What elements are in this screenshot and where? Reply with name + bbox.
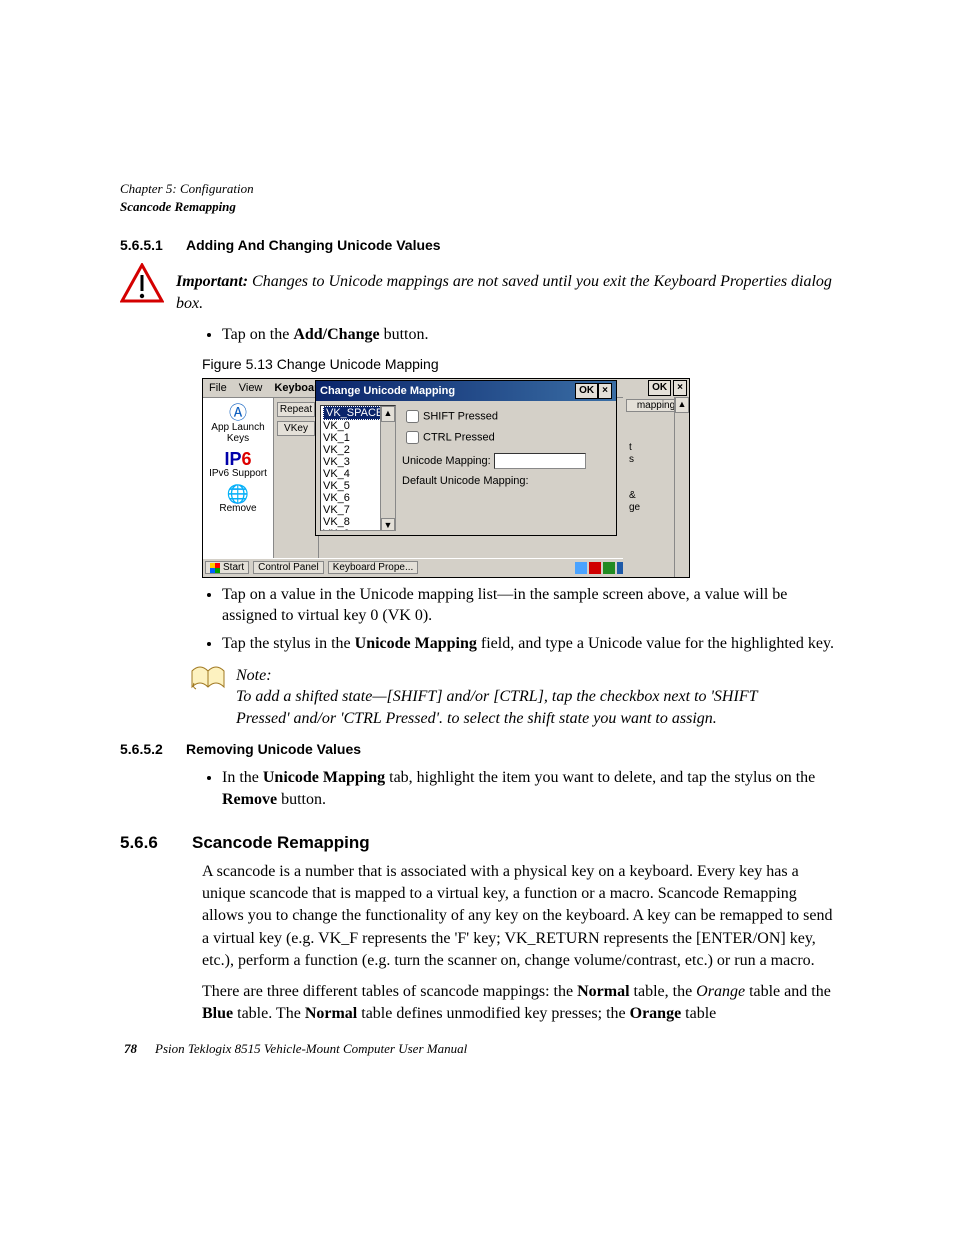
tray-icon[interactable] [589, 562, 601, 574]
vk-listbox[interactable]: VK_SPACE VK_0 VK_1 VK_2 VK_3 VK_4 VK_5 V… [320, 405, 396, 531]
taskbar-control-panel[interactable]: Control Panel [253, 561, 324, 574]
tray-icon[interactable] [575, 562, 587, 574]
outer-close-button[interactable]: × [673, 380, 687, 396]
note: Note:To add a shifted state—[SHIFT] and/… [236, 665, 834, 730]
outer-ok-button[interactable]: OK [648, 380, 671, 396]
right-scrollbar[interactable]: ▲ [674, 397, 689, 577]
ipv6-icon[interactable]: IP6 [203, 450, 273, 468]
start-button[interactable]: Start [205, 561, 249, 574]
dialog-title: Change Unicode Mapping [320, 385, 455, 397]
unicode-mapping-input[interactable] [494, 453, 586, 469]
heading-566: 5.6.6Scancode Remapping [120, 833, 834, 853]
heading-title: Removing Unicode Values [186, 741, 361, 757]
dialog-close-button[interactable]: × [598, 383, 612, 399]
page-number: 78 [124, 1041, 137, 1056]
tray-icon[interactable] [603, 562, 615, 574]
ctrl-pressed-label: CTRL Pressed [423, 431, 495, 443]
running-header: Chapter 5: Configuration Scancode Remapp… [120, 180, 834, 215]
remove-icon[interactable]: 🌐 [203, 485, 273, 503]
listbox-scrollbar[interactable]: ▲ ▼ [380, 406, 395, 530]
default-unicode-mapping-label: Default Unicode Mapping: [402, 475, 529, 487]
important-note: Important: Changes to Unicode mappings a… [176, 263, 834, 314]
control-panel-icons: ⒶApp Launch Keys IP6IPv6 Support 🌐Remove [203, 398, 274, 558]
manual-title: Psion Teklogix 8515 Vehicle-Mount Comput… [155, 1041, 467, 1056]
heading-5651: 5.6.5.1Adding And Changing Unicode Value… [120, 237, 834, 253]
bullet-item: Tap the stylus in the Unicode Mapping fi… [222, 633, 834, 655]
page-footer: 78 Psion Teklogix 8515 Vehicle-Mount Comp… [124, 1041, 467, 1057]
app-launch-icon[interactable]: Ⓐ [203, 404, 273, 422]
note-lead: Note: [236, 665, 306, 687]
unicode-mapping-label: Unicode Mapping: [402, 455, 491, 467]
scroll-up-icon[interactable]: ▲ [675, 397, 689, 413]
scroll-up-icon[interactable]: ▲ [381, 406, 395, 422]
scroll-down-icon[interactable]: ▼ [381, 518, 395, 531]
heading-number: 5.6.5.2 [120, 741, 186, 757]
figure-change-unicode-mapping: File View Keyboard OK × ⒶApp Launch Keys… [202, 378, 690, 578]
note-book-icon [190, 665, 226, 698]
bullet-item: In the Unicode Mapping tab, highlight th… [222, 767, 834, 810]
figure-caption: Figure 5.13 Change Unicode Mapping [202, 356, 834, 372]
heading-title: Scancode Remapping [192, 833, 370, 852]
change-unicode-mapping-dialog: Change Unicode Mapping OK × VK_SPACE VK_… [315, 380, 617, 536]
ctrl-pressed-checkbox[interactable] [406, 431, 419, 444]
bullet-item: Tap on a value in the Unicode mapping li… [222, 584, 834, 627]
list-item[interactable]: VK_SPACE [323, 406, 386, 420]
heading-number: 5.6.6 [120, 833, 192, 853]
shift-pressed-checkbox[interactable] [406, 410, 419, 423]
vkey-tab[interactable]: VKey [277, 421, 315, 436]
bullet-item: Tap on the Add/Change button. [222, 324, 834, 346]
important-lead: Important: [176, 273, 248, 290]
windows-flag-icon [210, 563, 220, 573]
repeat-tab[interactable]: Repeat [277, 402, 315, 417]
warning-icon [120, 263, 164, 308]
note-body: To add a shifted state—[SHIFT] and/or [C… [236, 686, 776, 729]
heading-5652: 5.6.5.2Removing Unicode Values [120, 741, 834, 757]
taskbar-keyboard-props[interactable]: Keyboard Prope... [328, 561, 419, 574]
body-paragraph: There are three different tables of scan… [202, 981, 834, 1026]
dialog-ok-button[interactable]: OK [575, 383, 598, 399]
important-body: Changes to Unicode mappings are not save… [176, 273, 832, 312]
menu-view[interactable]: View [233, 382, 269, 394]
menu-file[interactable]: File [203, 382, 233, 394]
heading-number: 5.6.5.1 [120, 237, 186, 253]
taskbar: Start Control Panel Keyboard Prope... [203, 558, 689, 577]
shift-pressed-label: SHIFT Pressed [423, 410, 498, 422]
heading-title: Adding And Changing Unicode Values [186, 237, 441, 253]
section-line: Scancode Remapping [120, 198, 834, 216]
chapter-line: Chapter 5: Configuration [120, 180, 834, 198]
body-paragraph: A scancode is a number that is associate… [202, 861, 834, 973]
